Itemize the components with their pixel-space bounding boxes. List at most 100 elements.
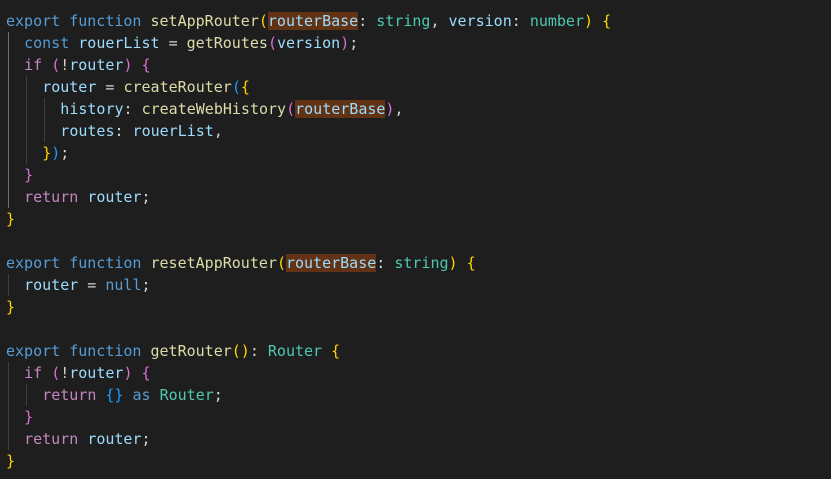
code-token: ( <box>51 364 61 382</box>
code-token: : <box>511 12 530 30</box>
code-token: ( <box>258 12 268 30</box>
code-token: { <box>141 364 151 382</box>
code-token: history <box>60 100 124 118</box>
code-line[interactable]: export function resetAppRouter(routerBas… <box>6 252 476 274</box>
code-token: router <box>42 78 97 96</box>
code-line[interactable]: } <box>6 208 15 230</box>
code-token: as <box>132 386 151 404</box>
code-line[interactable]: return {} as Router; <box>42 384 223 406</box>
code-token: if <box>24 364 43 382</box>
code-line[interactable]: } <box>24 406 33 428</box>
code-token: } <box>6 298 16 316</box>
code-token: routerBase <box>295 100 386 118</box>
code-line[interactable]: if (!router) { <box>24 362 150 384</box>
code-token: null <box>105 276 142 294</box>
code-token: } <box>24 408 34 426</box>
code-token: : <box>114 122 133 140</box>
code-token: version <box>448 12 512 30</box>
code-token: ; <box>349 34 359 52</box>
code-token: function <box>69 342 142 360</box>
code-line[interactable]: const rouerList = getRoutes(version); <box>24 32 358 54</box>
code-token: getRoutes <box>186 34 268 52</box>
code-token: } <box>6 452 16 470</box>
code-token: { <box>331 342 341 360</box>
code-token: createWebHistory <box>141 100 287 118</box>
code-line[interactable]: if (!router) { <box>24 54 150 76</box>
code-token: ; <box>141 276 151 294</box>
code-line[interactable]: } <box>6 450 15 472</box>
code-token: ( <box>286 100 296 118</box>
code-token: ; <box>60 144 70 162</box>
code-line[interactable]: } <box>24 164 33 186</box>
code-token: router <box>69 364 124 382</box>
code-token: } <box>42 144 52 162</box>
code-token: router <box>87 188 142 206</box>
indent-guide <box>8 32 9 208</box>
code-line[interactable]: } <box>6 296 15 318</box>
code-line[interactable]: router = createRouter({ <box>42 76 250 98</box>
code-token: {} <box>105 386 124 404</box>
code-token: ) <box>340 34 350 52</box>
indent-guide <box>8 362 9 450</box>
code-token: = <box>159 34 187 52</box>
code-token: , <box>213 122 223 140</box>
code-line[interactable]: routes: rouerList, <box>60 120 223 142</box>
code-token: ! <box>60 364 70 382</box>
code-token: string <box>376 12 431 30</box>
code-token: function <box>69 12 142 30</box>
code-token: : <box>376 254 395 272</box>
code-token: ! <box>60 56 70 74</box>
code-line[interactable]: history: createWebHistory(routerBase), <box>60 98 403 120</box>
code-line[interactable]: }); <box>42 142 69 164</box>
code-token: : <box>123 100 142 118</box>
code-token: ( <box>276 254 286 272</box>
code-token: Router <box>267 342 323 360</box>
code-token: ( <box>267 34 277 52</box>
code-token: = <box>78 276 106 294</box>
code-token: ) <box>51 144 61 162</box>
code-editor[interactable]: export function setAppRouter(routerBase:… <box>0 0 831 479</box>
code-token: resetAppRouter <box>150 254 277 272</box>
code-token: router <box>24 276 79 294</box>
code-token: const <box>24 34 70 52</box>
code-line[interactable]: return router; <box>24 428 150 450</box>
indent-guide <box>26 76 28 164</box>
code-token: ( <box>231 78 241 96</box>
code-token: , <box>430 12 449 30</box>
code-token: } <box>24 166 34 184</box>
code-token: return <box>42 386 97 404</box>
code-token: getRouter <box>150 342 232 360</box>
indent-guide <box>8 274 9 296</box>
code-token: ; <box>141 430 151 448</box>
code-token: number <box>529 12 584 30</box>
code-token: : <box>358 12 377 30</box>
code-token: routes <box>60 122 115 140</box>
code-line[interactable]: export function getRouter(): Router { <box>6 340 340 362</box>
code-token: rouerList <box>132 122 214 140</box>
code-token: function <box>69 254 142 272</box>
code-line[interactable]: export function setAppRouter(routerBase:… <box>6 10 611 32</box>
code-token: rouerList <box>78 34 160 52</box>
code-line[interactable]: router = null; <box>24 274 150 296</box>
code-token: version <box>276 34 341 52</box>
code-token: createRouter <box>123 78 232 96</box>
code-token: routerBase <box>285 254 377 272</box>
code-token: = <box>96 78 124 96</box>
code-token: { <box>141 56 151 74</box>
code-line[interactable]: return router; <box>24 186 150 208</box>
